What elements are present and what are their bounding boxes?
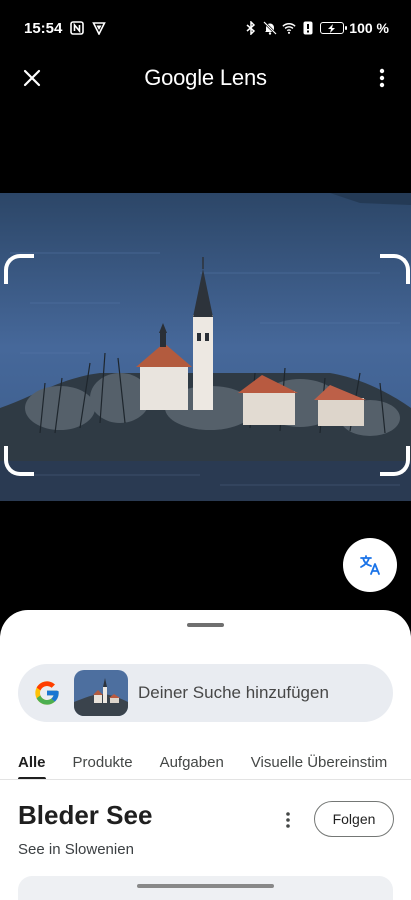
alert-icon <box>301 21 315 35</box>
more-vert-icon <box>286 812 290 828</box>
bluetooth-icon <box>244 21 258 35</box>
result-card-peek[interactable] <box>18 876 393 900</box>
close-button[interactable] <box>14 60 50 96</box>
result-more-button[interactable] <box>276 808 300 832</box>
app-bar: Google Lens <box>0 56 411 100</box>
mute-bell-icon <box>263 21 278 35</box>
translate-icon <box>360 555 380 575</box>
status-left: 15:54 <box>24 19 107 37</box>
tab-visuelle-uebereinstimmungen[interactable]: Visuelle Übereinstim <box>251 744 387 779</box>
nfc-icon <box>70 21 85 35</box>
status-bar: 15:54 100 % <box>0 0 411 56</box>
results-sheet: Deiner Suche hinzufügen Alle Produkte Au… <box>0 610 411 900</box>
add-to-search-field[interactable]: Deiner Suche hinzufügen <box>18 664 393 722</box>
tab-aufgaben[interactable]: Aufgaben <box>160 744 224 779</box>
title-google: Google <box>144 65 214 90</box>
result-title[interactable]: Bleder See <box>18 800 152 831</box>
title-lens: Lens <box>219 65 267 90</box>
translate-button[interactable] <box>343 538 397 592</box>
battery-percent: 100 % <box>349 20 389 36</box>
tab-alle[interactable]: Alle <box>18 744 46 779</box>
result-tabs: Alle Produkte Aufgaben Visuelle Übereins… <box>0 744 411 780</box>
wifi-icon <box>282 21 296 35</box>
more-vert-icon <box>379 68 385 88</box>
battery-charging-icon <box>320 22 348 34</box>
sheet-drag-handle[interactable] <box>187 623 224 627</box>
google-g-icon <box>35 681 59 705</box>
close-icon <box>23 69 41 87</box>
more-options-button[interactable] <box>367 60 397 96</box>
search-thumbnail[interactable] <box>74 670 128 716</box>
result-subtitle: See in Slowenien <box>18 841 134 858</box>
captured-photo[interactable] <box>0 193 411 501</box>
app-title: Google Lens <box>144 65 267 91</box>
gesture-navigation-bar[interactable] <box>137 884 274 888</box>
status-right: 100 % <box>244 20 389 36</box>
follow-button[interactable]: Folgen <box>314 801 394 837</box>
vpn-shield-icon <box>92 21 107 35</box>
tab-produkte[interactable]: Produkte <box>73 744 133 779</box>
search-placeholder: Deiner Suche hinzufügen <box>138 683 329 702</box>
status-time: 15:54 <box>24 19 63 37</box>
